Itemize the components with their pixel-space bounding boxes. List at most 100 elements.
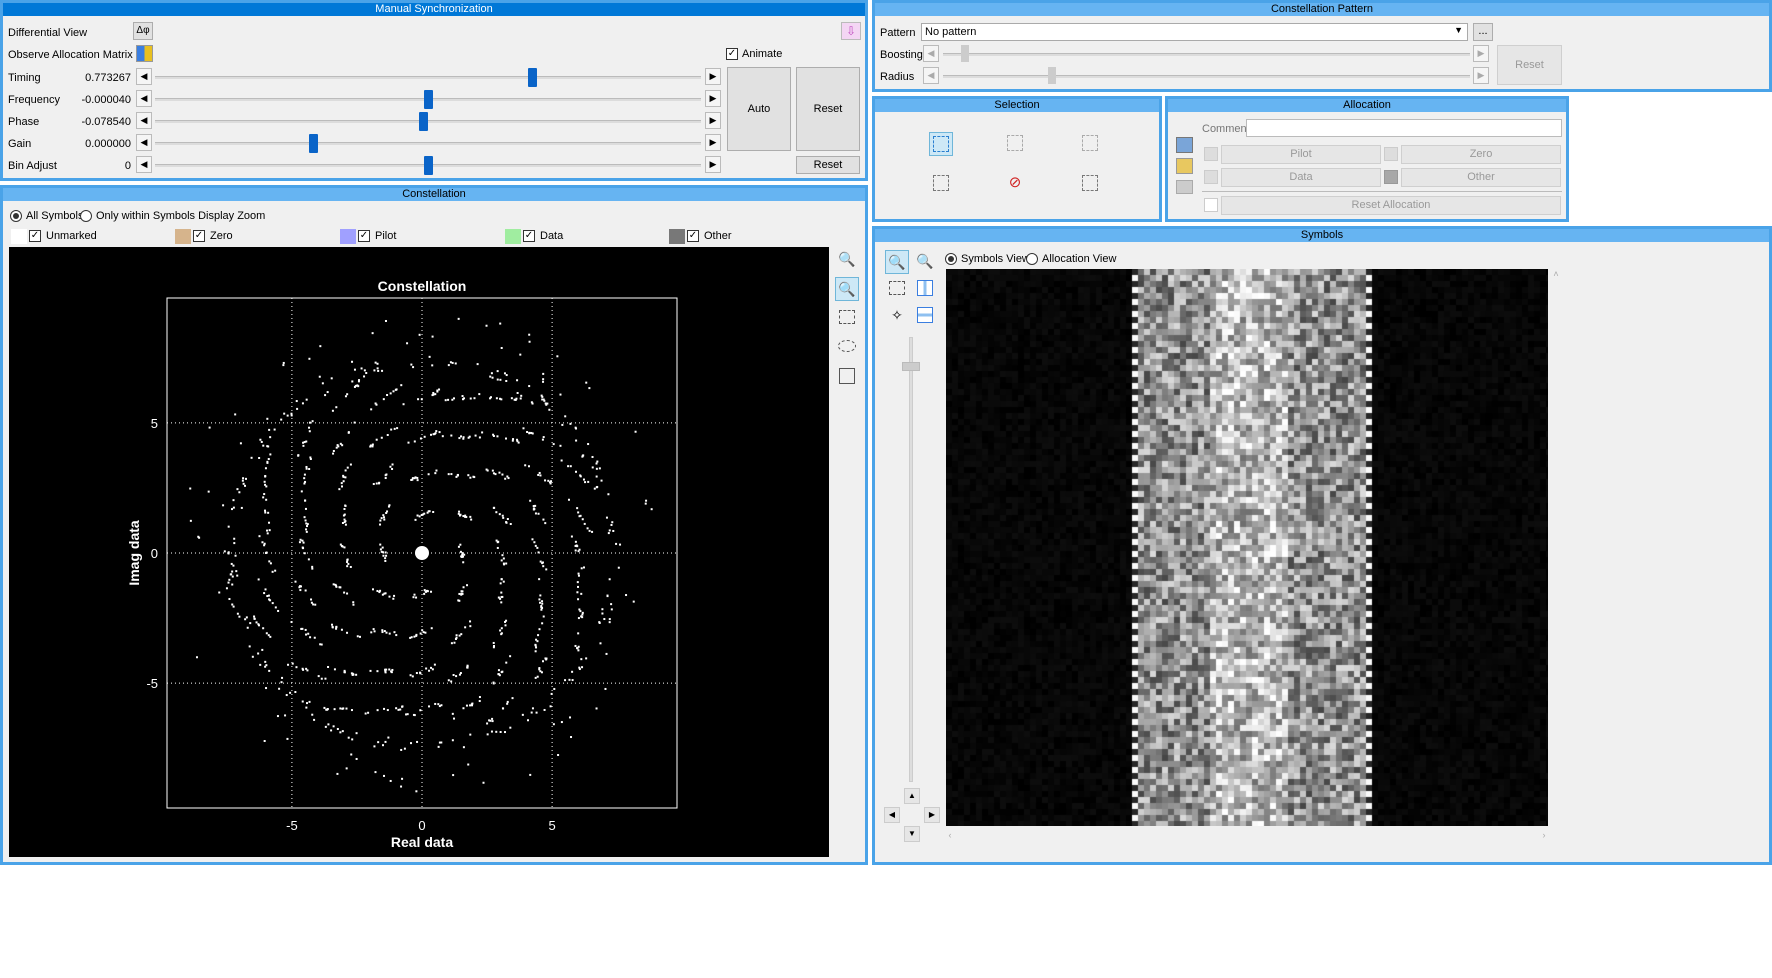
slider-right-arrow[interactable]: ▶: [705, 156, 721, 173]
resize-icon[interactable]: [835, 364, 859, 388]
bin-reset-button[interactable]: Reset: [796, 156, 860, 174]
select-mark-icon[interactable]: [929, 172, 953, 196]
clear-allocation-icon[interactable]: [1176, 180, 1193, 194]
pilot-button[interactable]: Pilot: [1221, 145, 1381, 164]
other-button[interactable]: Other: [1401, 168, 1561, 187]
animate-checkbox[interactable]: ✓: [726, 48, 738, 60]
symbols-v-scrollbar[interactable]: ˄: [1549, 269, 1563, 826]
constellation-point: [263, 493, 266, 496]
slider-left-arrow[interactable]: ◀: [136, 112, 152, 129]
comment-input[interactable]: [1246, 119, 1562, 137]
ellipse-select-icon[interactable]: [835, 335, 859, 359]
constellation-point: [462, 586, 465, 589]
legend-checkbox[interactable]: ✓: [29, 230, 41, 242]
row-select-icon[interactable]: [913, 304, 937, 328]
open-allocation-icon[interactable]: [1176, 158, 1193, 174]
zoom-icon[interactable]: 🔍: [835, 277, 859, 301]
select-remove-icon[interactable]: [1078, 132, 1102, 156]
slider-track[interactable]: [155, 142, 701, 145]
allocation-view-radio[interactable]: [1026, 253, 1038, 265]
legend-checkbox[interactable]: ✓: [193, 230, 205, 242]
symbols-zoom-in-icon[interactable]: 🔍: [913, 250, 937, 274]
slider-track[interactable]: [155, 76, 701, 79]
constellation-plot[interactable]: -5 0 5 5 0 -5 Constellation Real data Imag data: [9, 247, 829, 857]
constellation-point: [231, 603, 234, 606]
slider-left-arrow[interactable]: ◀: [136, 68, 152, 85]
pan-down-icon[interactable]: ▼: [904, 826, 920, 842]
select-invert-icon[interactable]: [1078, 172, 1102, 196]
pattern-select[interactable]: No pattern ▼: [921, 23, 1468, 41]
data-color-swatch: [1204, 170, 1218, 184]
zoom-vertical-track[interactable]: [909, 337, 913, 782]
download-arrow-icon[interactable]: ⇩: [841, 22, 861, 40]
constellation-point: [428, 510, 431, 513]
constellation-point: [456, 473, 459, 476]
slider-left-arrow[interactable]: ◀: [136, 156, 152, 173]
slider-right-arrow[interactable]: ▶: [705, 134, 721, 151]
boosting-left-arrow[interactable]: ◀: [923, 45, 939, 62]
slider-track[interactable]: [155, 120, 701, 123]
radius-left-arrow[interactable]: ◀: [923, 67, 939, 84]
constellation-point: [377, 369, 380, 372]
legend-checkbox[interactable]: ✓: [358, 230, 370, 242]
select-clear-icon[interactable]: ⊘: [1003, 172, 1027, 196]
radius-track[interactable]: [943, 75, 1470, 78]
save-allocation-icon[interactable]: [1176, 137, 1193, 153]
legend-checkbox[interactable]: ✓: [523, 230, 535, 242]
zoom-only-radio[interactable]: [80, 210, 92, 222]
slider-thumb[interactable]: [527, 68, 537, 87]
column-select-icon[interactable]: [913, 277, 937, 301]
boosting-track[interactable]: [943, 53, 1470, 56]
slider-thumb[interactable]: [418, 112, 428, 131]
pattern-more-button[interactable]: ...: [1473, 23, 1493, 41]
constellation-point: [352, 601, 355, 604]
slider-right-arrow[interactable]: ▶: [705, 90, 721, 107]
symbols-matrix-display[interactable]: [946, 269, 1548, 826]
boosting-right-arrow[interactable]: ▶: [1473, 45, 1489, 62]
zero-button[interactable]: Zero: [1401, 145, 1561, 164]
slider-right-arrow[interactable]: ▶: [705, 68, 721, 85]
symbols-rect-select-icon[interactable]: [885, 277, 909, 301]
select-rect-icon[interactable]: [929, 132, 953, 156]
slider-thumb[interactable]: [424, 156, 433, 175]
differential-view-button[interactable]: Δφ: [133, 22, 153, 40]
pattern-reset-button[interactable]: Reset: [1497, 45, 1562, 85]
constellation-point: [264, 552, 267, 555]
magic-wand-icon[interactable]: ✧: [885, 304, 909, 328]
constellation-point: [580, 615, 583, 618]
rect-select-icon[interactable]: [835, 306, 859, 330]
symbols-view-radio[interactable]: [945, 253, 957, 265]
constellation-point: [380, 517, 383, 520]
auto-button[interactable]: Auto: [727, 67, 791, 151]
symbols-h-scrollbar[interactable]: ‹ ›: [946, 828, 1548, 842]
boosting-thumb[interactable]: [961, 45, 969, 62]
data-button[interactable]: Data: [1221, 168, 1381, 187]
zoom-in-icon[interactable]: 🔍: [835, 248, 859, 272]
constellation-point: [509, 655, 512, 658]
slider-thumb[interactable]: [424, 90, 433, 109]
pan-left-icon[interactable]: ◀: [884, 807, 900, 823]
slider-thumb[interactable]: [309, 134, 319, 153]
select-add-icon[interactable]: [1003, 132, 1027, 156]
constellation-point: [231, 570, 234, 573]
slider-right-arrow[interactable]: ▶: [705, 112, 721, 129]
reset-allocation-button[interactable]: Reset Allocation: [1221, 196, 1561, 215]
radius-thumb[interactable]: [1048, 67, 1056, 84]
symbols-zoom-icon[interactable]: 🔍: [885, 250, 909, 274]
reset-button[interactable]: Reset: [796, 67, 860, 151]
constellation-point: [469, 620, 472, 623]
pan-up-icon[interactable]: ▲: [904, 788, 920, 804]
constellation-point: [208, 426, 211, 429]
pan-right-icon[interactable]: ▶: [924, 807, 940, 823]
legend-checkbox[interactable]: ✓: [687, 230, 699, 242]
constellation-point: [591, 530, 594, 533]
constellation-point: [441, 435, 444, 438]
slider-left-arrow[interactable]: ◀: [136, 90, 152, 107]
all-symbols-radio[interactable]: [10, 210, 22, 222]
constellation-point: [431, 668, 434, 671]
color-matrix-icon[interactable]: [136, 45, 153, 62]
zoom-vertical-thumb[interactable]: [902, 362, 920, 371]
radius-right-arrow[interactable]: ▶: [1473, 67, 1489, 84]
constellation-point: [229, 573, 232, 576]
slider-left-arrow[interactable]: ◀: [136, 134, 152, 151]
